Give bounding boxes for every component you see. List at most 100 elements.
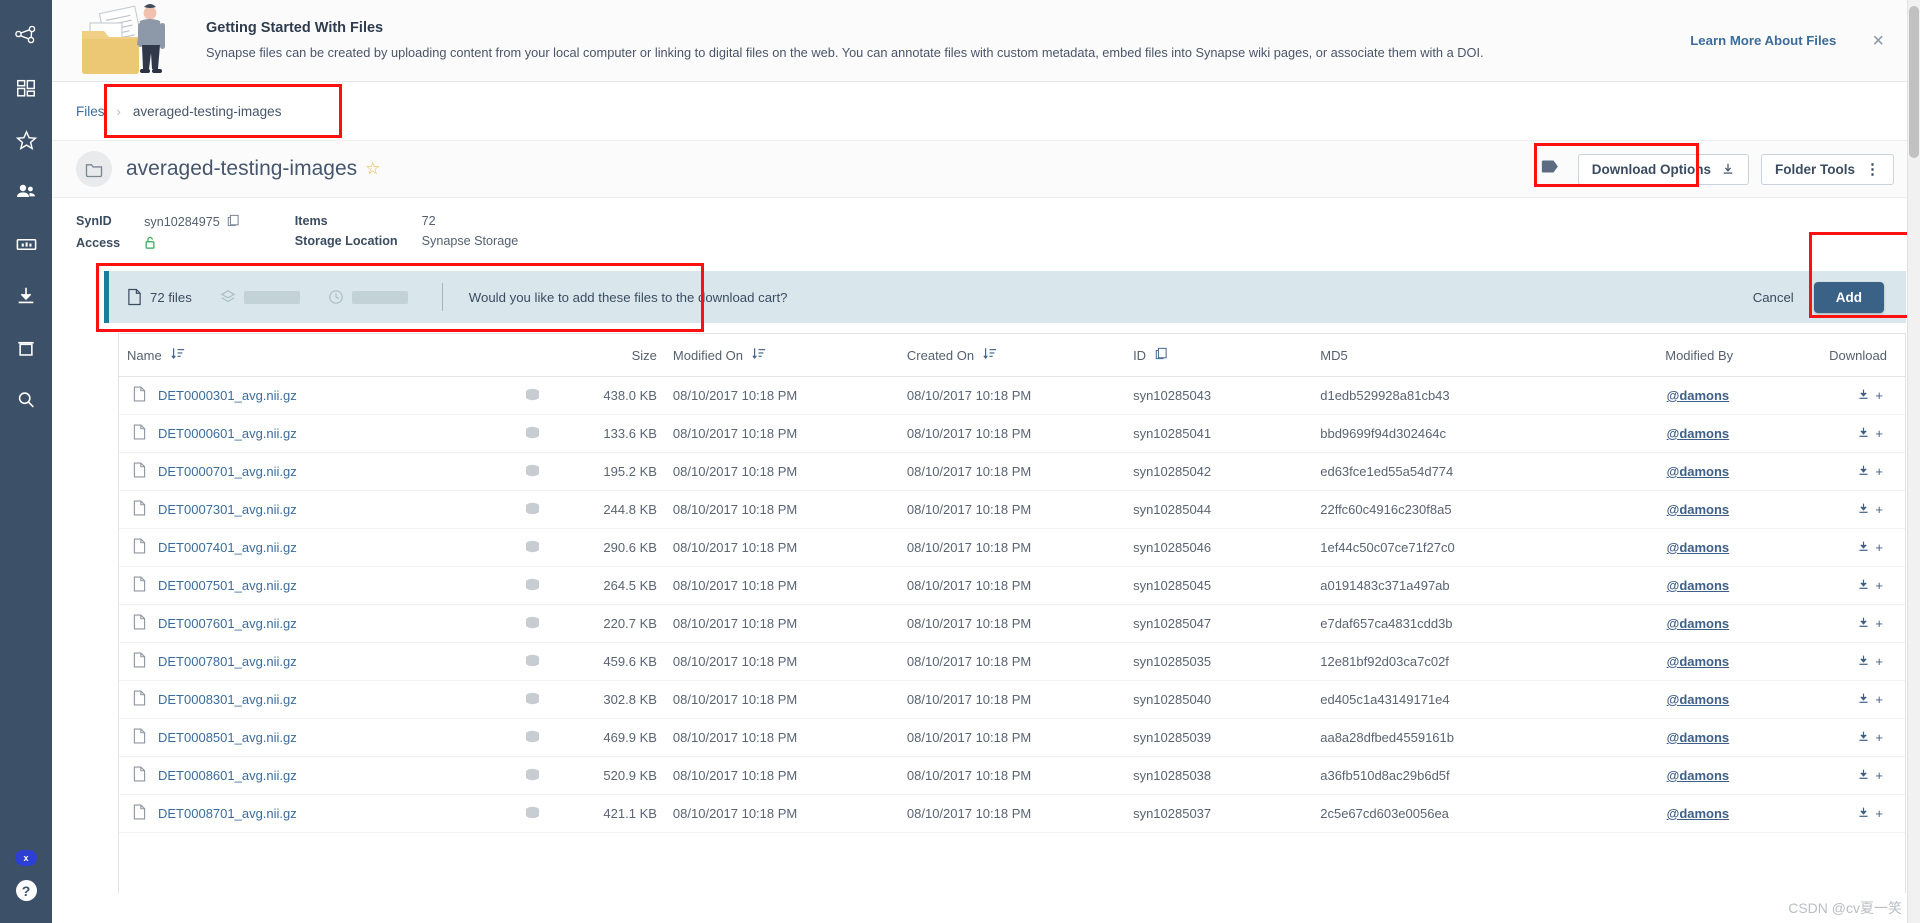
page-scrollbar[interactable] xyxy=(1907,0,1920,923)
user-link[interactable]: @damons xyxy=(1667,578,1730,593)
table-row[interactable]: DET0008701_avg.nii.gz 421.1 KB 08/10/2017 … xyxy=(119,794,1905,833)
download-icon[interactable] xyxy=(1857,502,1870,518)
download-icon[interactable] xyxy=(1857,540,1870,556)
file-name-link[interactable]: DET0007601_avg.nii.gz xyxy=(158,616,297,631)
cancel-button[interactable]: Cancel xyxy=(1753,290,1794,305)
col-modified-on[interactable]: Modified On xyxy=(664,334,899,377)
file-name-link[interactable]: DET0008501_avg.nii.gz xyxy=(158,730,297,745)
download-icon[interactable] xyxy=(1857,730,1870,746)
download-icon[interactable] xyxy=(1857,654,1870,670)
file-name-link[interactable]: DET0000301_avg.nii.gz xyxy=(158,388,297,403)
download-icon[interactable] xyxy=(1857,464,1870,480)
table-row[interactable]: DET0007601_avg.nii.gz 220.7 KB 08/10/2017 … xyxy=(119,604,1905,643)
file-name-link[interactable]: DET0000601_avg.nii.gz xyxy=(158,426,297,441)
sidebar-item-projects-network[interactable] xyxy=(0,10,52,62)
download-icon[interactable] xyxy=(1857,578,1870,594)
file-name-link[interactable]: DET0008701_avg.nii.gz xyxy=(158,806,297,821)
cell-created-on: 08/10/2017 10:18 PM xyxy=(898,452,1126,491)
user-link[interactable]: @damons xyxy=(1667,692,1730,707)
help-icon[interactable]: ? xyxy=(15,880,37,901)
sort-icon[interactable] xyxy=(983,347,997,363)
user-link[interactable]: @damons xyxy=(1667,388,1730,403)
breadcrumb-files[interactable]: Files xyxy=(76,104,105,119)
sidebar-item-tables[interactable] xyxy=(0,218,52,270)
table-row[interactable]: DET0007801_avg.nii.gz 459.6 KB 08/10/2017 … xyxy=(119,642,1905,681)
sort-icon[interactable] xyxy=(752,347,766,363)
download-icon xyxy=(1859,465,1868,475)
add-to-cart-icon[interactable]: + xyxy=(1875,426,1883,441)
user-link[interactable]: @damons xyxy=(1667,502,1730,517)
copy-icon[interactable] xyxy=(227,214,239,230)
favorite-star-icon[interactable]: ☆ xyxy=(365,159,380,179)
add-button[interactable]: Add xyxy=(1813,281,1884,313)
file-name-link[interactable]: DET0008601_avg.nii.gz xyxy=(158,768,297,783)
download-icon[interactable] xyxy=(1857,388,1870,404)
table-row[interactable]: DET0008501_avg.nii.gz 469.9 KB 08/10/2017 … xyxy=(119,718,1905,757)
scrollbar-thumb[interactable] xyxy=(1909,6,1919,158)
col-created-on[interactable]: Created On xyxy=(898,334,1126,377)
add-to-cart-icon[interactable]: + xyxy=(1875,388,1883,403)
folder-tools-label: Folder Tools xyxy=(1775,161,1855,177)
download-icon[interactable] xyxy=(1857,426,1870,442)
file-name-link[interactable]: DET0007401_avg.nii.gz xyxy=(158,540,297,555)
user-link[interactable]: @damons xyxy=(1667,464,1730,479)
add-to-cart-icon[interactable]: + xyxy=(1875,464,1883,479)
add-to-cart-icon[interactable]: + xyxy=(1875,692,1883,707)
cell-id: syn10285040 xyxy=(1125,680,1313,719)
user-link[interactable]: @damons xyxy=(1667,806,1730,821)
download-icon[interactable] xyxy=(1857,806,1870,822)
user-link[interactable]: @damons xyxy=(1667,730,1730,745)
cell-download: + xyxy=(1741,376,1905,415)
table-row[interactable]: DET0000301_avg.nii.gz 438.0 KB 08/10/2017 … xyxy=(119,376,1905,415)
table-row[interactable]: DET0007501_avg.nii.gz 264.5 KB 08/10/2017 … xyxy=(119,566,1905,605)
file-name-link[interactable]: DET0000701_avg.nii.gz xyxy=(158,464,297,479)
user-link[interactable]: @damons xyxy=(1667,426,1730,441)
file-name-link[interactable]: DET0008301_avg.nii.gz xyxy=(158,692,297,707)
user-link[interactable]: @damons xyxy=(1667,616,1730,631)
tag-icon[interactable] xyxy=(1541,159,1560,179)
close-pill-icon[interactable]: x xyxy=(15,850,37,866)
learn-more-link[interactable]: Learn More About Files xyxy=(1690,33,1836,48)
sidebar-item-dashboard[interactable] xyxy=(0,62,52,114)
file-name-link[interactable]: DET0007501_avg.nii.gz xyxy=(158,578,297,593)
table-row[interactable]: DET0007301_avg.nii.gz 244.8 KB 08/10/2017 … xyxy=(119,490,1905,529)
col-download: Download xyxy=(1741,334,1905,377)
close-icon[interactable]: × xyxy=(1872,31,1884,51)
add-to-cart-icon[interactable]: + xyxy=(1875,502,1883,517)
add-to-cart-icon[interactable]: + xyxy=(1875,730,1883,745)
add-to-cart-icon[interactable]: + xyxy=(1875,616,1883,631)
cell-name: DET0007401_avg.nii.gz xyxy=(119,528,509,567)
folder-tools-button[interactable]: Folder Tools ⋮ xyxy=(1761,153,1894,185)
cell-size: 220.7 KB xyxy=(555,604,665,643)
file-icon xyxy=(133,766,146,782)
cell-md5: a0191483c371a497ab xyxy=(1312,566,1554,605)
add-to-cart-icon[interactable]: + xyxy=(1875,578,1883,593)
user-link[interactable]: @damons xyxy=(1667,768,1730,783)
add-to-cart-icon[interactable]: + xyxy=(1875,806,1883,821)
unlock-icon[interactable] xyxy=(144,236,156,253)
table-row[interactable]: DET0007401_avg.nii.gz 290.6 KB 08/10/2017 … xyxy=(119,528,1905,567)
copy-icon[interactable] xyxy=(1155,347,1167,363)
table-row[interactable]: DET0008301_avg.nii.gz 302.8 KB 08/10/2017 … xyxy=(119,680,1905,719)
table-row[interactable]: DET0000701_avg.nii.gz 195.2 KB 08/10/2017 … xyxy=(119,452,1905,491)
user-link[interactable]: @damons xyxy=(1667,654,1730,669)
download-icon[interactable] xyxy=(1857,768,1870,784)
sort-icon[interactable] xyxy=(171,347,185,363)
download-icon[interactable] xyxy=(1857,616,1870,632)
sidebar-item-favorites[interactable] xyxy=(0,114,52,166)
download-options-button[interactable]: Download Options xyxy=(1577,153,1749,185)
table-row[interactable]: DET0000601_avg.nii.gz 133.6 KB 08/10/2017 … xyxy=(119,414,1905,453)
sidebar-item-teams[interactable] xyxy=(0,166,52,218)
add-to-cart-icon[interactable]: + xyxy=(1875,768,1883,783)
col-name[interactable]: Name xyxy=(119,334,509,377)
sidebar-item-search[interactable] xyxy=(0,374,52,426)
sidebar-item-trash[interactable] xyxy=(0,322,52,374)
file-name-link[interactable]: DET0007801_avg.nii.gz xyxy=(158,654,297,669)
add-to-cart-icon[interactable]: + xyxy=(1875,540,1883,555)
download-icon[interactable] xyxy=(1857,692,1870,708)
add-to-cart-icon[interactable]: + xyxy=(1875,654,1883,669)
sidebar-item-download-cart[interactable] xyxy=(0,270,52,322)
file-name-link[interactable]: DET0007301_avg.nii.gz xyxy=(158,502,297,517)
user-link[interactable]: @damons xyxy=(1667,540,1730,555)
table-row[interactable]: DET0008601_avg.nii.gz 520.9 KB 08/10/2017 … xyxy=(119,756,1905,795)
